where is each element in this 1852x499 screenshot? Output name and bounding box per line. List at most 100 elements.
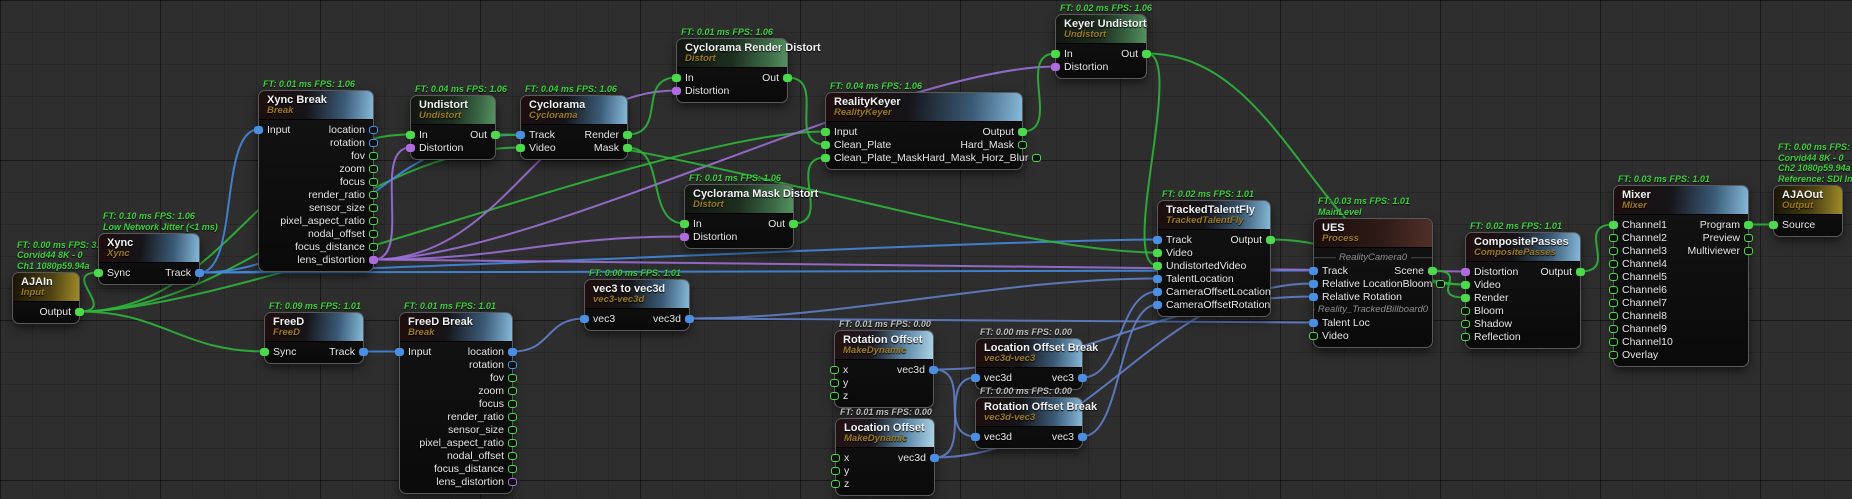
pin-y[interactable]: [830, 379, 839, 387]
node-undistort[interactable]: FT: 0.04 ms FPS: 1.06UndistortUndistortI…: [410, 95, 496, 160]
pin-render[interactable]: [623, 131, 632, 139]
pin-hard-mask[interactable]: [1018, 141, 1027, 149]
pin-render[interactable]: [1461, 294, 1470, 302]
pin-pixel-aspect-ratio[interactable]: [369, 217, 378, 225]
node-ttf[interactable]: FT: 0.02 ms FPS: 1.01TrackedTalentFlyTra…: [1157, 200, 1271, 317]
pin-focus[interactable]: [508, 400, 517, 408]
pin-focus[interactable]: [369, 178, 378, 186]
wire-xync_break-to-cyc_mask_distort[interactable]: [374, 237, 685, 260]
node-graph-canvas[interactable]: FT: 0.00 ms FPS: 3.14Corvid44 8K - 0Ch1 …: [0, 0, 1852, 499]
pin-pixel-aspect-ratio[interactable]: [508, 439, 517, 447]
node-rot_off[interactable]: FT: 0.01 ms FPS: 0.00Rotation OffsetMake…: [834, 330, 934, 408]
pin-video[interactable]: [516, 144, 525, 152]
pin-focus-distance[interactable]: [369, 243, 378, 251]
node-ajain[interactable]: FT: 0.00 ms FPS: 3.14Corvid44 8K - 0Ch1 …: [12, 272, 80, 324]
pin-rotation[interactable]: [508, 361, 517, 369]
pin-sensor-size[interactable]: [369, 204, 378, 212]
node-cyclorama[interactable]: FT: 0.04 ms FPS: 1.06CycloramaCycloramaT…: [520, 95, 628, 160]
pin-sensor-size[interactable]: [508, 426, 517, 434]
pin-preview[interactable]: [1744, 234, 1753, 242]
pin-multiviewer[interactable]: [1744, 247, 1753, 255]
pin-input[interactable]: [395, 348, 404, 356]
node-freed_break[interactable]: FT: 0.01 ms FPS: 1.01FreeD BreakBreakInp…: [399, 312, 513, 494]
pin-clean-plate[interactable]: [821, 141, 830, 149]
node-rot_off_break[interactable]: FT: 0.00 ms FPS: 0.00Rotation Offset Bre…: [975, 397, 1083, 449]
pin-in[interactable]: [406, 131, 415, 139]
pin-distortion[interactable]: [1461, 268, 1470, 276]
pin-sync[interactable]: [260, 348, 269, 356]
wire-ajain-to-freed[interactable]: [80, 312, 265, 352]
pin-mask[interactable]: [623, 144, 632, 152]
pin-vec3[interactable]: [580, 315, 589, 323]
wire-xync_break-to-cp[interactable]: [374, 260, 1466, 272]
pin-cameraoffsetlocation[interactable]: [1153, 288, 1162, 296]
pin-channel8[interactable]: [1609, 312, 1618, 320]
wire-loc_off-to-loc_off_break[interactable]: [935, 378, 976, 458]
wire-ajain-to-xync[interactable]: [80, 273, 99, 312]
pin-output[interactable]: [1576, 268, 1585, 276]
pin-bloom[interactable]: [1436, 280, 1445, 288]
node-v3v3d[interactable]: FT: 0.00 ms FPS: 1.01vec3 to vec3dvec3-v…: [584, 279, 690, 331]
pin-nodal-offset[interactable]: [508, 452, 517, 460]
node-keyer_undistort[interactable]: FT: 0.02 ms FPS: 1.06Keyer UndistortUndi…: [1055, 14, 1147, 79]
pin-sync[interactable]: [94, 269, 103, 277]
pin-output[interactable]: [1018, 128, 1027, 136]
pin-zoom[interactable]: [369, 165, 378, 173]
pin-lens-distortion[interactable]: [508, 478, 517, 486]
pin-track[interactable]: [1153, 236, 1162, 244]
pin-bloom[interactable]: [1461, 307, 1470, 315]
pin-channel2[interactable]: [1609, 234, 1618, 242]
pin-video[interactable]: [1461, 281, 1470, 289]
node-cyc_render_distort[interactable]: FT: 0.01 ms FPS: 1.06Cyclorama Render Di…: [676, 38, 788, 103]
pin-relative-rotation[interactable]: [1309, 293, 1318, 301]
pin-y[interactable]: [831, 467, 840, 475]
pin-rotation[interactable]: [369, 139, 378, 147]
pin-undistortedvideo[interactable]: [1153, 262, 1162, 270]
pin-channel5[interactable]: [1609, 273, 1618, 281]
pin-video[interactable]: [1309, 332, 1318, 340]
pin-channel4[interactable]: [1609, 260, 1618, 268]
pin-track[interactable]: [195, 269, 204, 277]
pin-x[interactable]: [831, 454, 840, 462]
node-xync[interactable]: FT: 0.10 ms FPS: 1.06Low Network Jitter …: [98, 233, 200, 285]
pin-in[interactable]: [672, 74, 681, 82]
wire-rot_off-to-rot_off_break[interactable]: [934, 370, 976, 437]
pin-zoom[interactable]: [508, 387, 517, 395]
wire-cyclorama-to-cyc_render_distort[interactable]: [628, 78, 677, 135]
wire-v3v3d-to-ues[interactable]: [690, 319, 1314, 323]
wire-rot_off_break-to-ttf[interactable]: [1083, 305, 1158, 437]
pin-video[interactable]: [1153, 249, 1162, 257]
pin-lens-distortion[interactable]: [369, 256, 378, 264]
pin-z[interactable]: [831, 480, 840, 488]
node-ues[interactable]: FT: 0.03 ms FPS: 1.01MainLevelUESProcess…: [1313, 218, 1433, 348]
node-mixer[interactable]: FT: 0.03 ms FPS: 1.01MixerMixerChannel1P…: [1613, 185, 1749, 367]
pin-channel1[interactable]: [1609, 221, 1618, 229]
wire-cyclorama-to-cyc_mask_distort[interactable]: [628, 148, 685, 224]
pin-output[interactable]: [1266, 236, 1275, 244]
pin-output[interactable]: [75, 308, 84, 316]
pin-input[interactable]: [254, 126, 263, 134]
pin-vec3d[interactable]: [929, 366, 938, 374]
wire-cyc_render_distort-to-realitykeyer[interactable]: [788, 78, 826, 145]
pin-cameraoffsetrotation[interactable]: [1153, 301, 1162, 309]
node-realitykeyer[interactable]: FT: 0.04 ms FPS: 1.06RealityKeyerReality…: [825, 92, 1023, 170]
pin-x[interactable]: [830, 366, 839, 374]
pin-render-ratio[interactable]: [508, 413, 517, 421]
pin-track[interactable]: [359, 348, 368, 356]
pin-out[interactable]: [789, 220, 798, 228]
node-cp[interactable]: FT: 0.02 ms FPS: 1.01CompositePassesComp…: [1465, 232, 1581, 349]
node-ajaout[interactable]: FT: 0.00 ms FPS: 1.01Corvid44 8K - 0Ch2 …: [1773, 185, 1843, 237]
pin-track[interactable]: [516, 131, 525, 139]
wire-v3v3d-to-ttf[interactable]: [690, 279, 1158, 319]
pin-vec3d[interactable]: [971, 433, 980, 441]
pin-reflection[interactable]: [1461, 333, 1470, 341]
pin-distortion[interactable]: [1051, 63, 1060, 71]
wire-freed_break-to-v3v3d[interactable]: [513, 319, 585, 352]
pin-out[interactable]: [491, 131, 500, 139]
pin-shadow[interactable]: [1461, 320, 1470, 328]
pin-location[interactable]: [369, 126, 378, 134]
node-cyc_mask_distort[interactable]: FT: 0.01 ms FPS: 1.06Cyclorama Mask Dist…: [684, 184, 794, 249]
node-xync_break[interactable]: FT: 0.01 ms FPS: 1.06Xync BreakBreakInpu…: [258, 90, 374, 272]
pin-distortion[interactable]: [672, 87, 681, 95]
pin-vec3d[interactable]: [685, 315, 694, 323]
